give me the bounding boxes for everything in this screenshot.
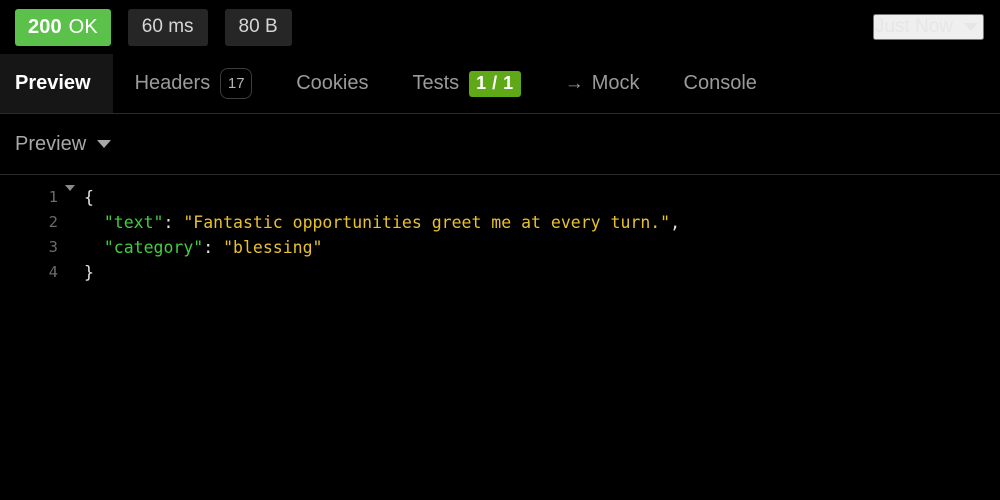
line-number: 3 xyxy=(48,238,58,256)
preview-toolbar: Preview xyxy=(0,114,1000,175)
status-code: 200 xyxy=(28,15,62,38)
line-number: 1 xyxy=(48,188,58,206)
token-str: "Fantastic opportunities greet me at eve… xyxy=(183,213,671,232)
token-punct: } xyxy=(84,263,94,282)
response-panel: 200 OK 60 ms 80 B Just Now Preview Header… xyxy=(0,0,1000,500)
code-line: 2 "text": "Fantastic opportunities greet… xyxy=(0,210,1000,235)
code-line-text: } xyxy=(78,260,94,285)
size-pill: 80 B xyxy=(224,8,292,46)
line-number: 4 xyxy=(48,263,58,281)
tab-count-badge: 17 xyxy=(220,68,253,99)
tab-headers[interactable]: Headers 17 xyxy=(113,54,275,113)
code-line: 1{ xyxy=(0,185,1000,210)
fold-toggle-icon[interactable] xyxy=(62,185,78,191)
token-punct xyxy=(84,238,104,257)
token-str: "blessing" xyxy=(223,238,323,257)
token-key: "category" xyxy=(103,238,204,257)
tab-label: Tests xyxy=(412,72,460,94)
tab-preview[interactable]: Preview xyxy=(0,54,113,113)
tab-pass-badge: 1 / 1 xyxy=(469,70,521,97)
code-line: 4} xyxy=(0,260,1000,285)
code-line: 3 "category": "blessing" xyxy=(0,235,1000,260)
tab-label: Cookies xyxy=(296,72,369,94)
token-punct: : xyxy=(203,238,224,257)
tab-mock[interactable]: → Mock xyxy=(543,54,662,113)
tab-label: Headers xyxy=(134,72,211,94)
response-tab-bar: Preview Headers 17 Cookies Tests 1 / 1 → Mock Co… xyxy=(0,54,1000,114)
tab-console[interactable]: Console xyxy=(662,54,779,113)
json-code-viewer[interactable]: 1{2 "text": "Fantastic opportunities gre… xyxy=(0,175,1000,500)
tab-cookies[interactable]: Cookies xyxy=(274,54,390,113)
tab-label: Mock xyxy=(591,72,640,94)
chevron-down-icon xyxy=(65,185,75,191)
chevron-down-icon xyxy=(97,140,112,148)
arrow-right-icon: → xyxy=(564,72,584,94)
code-line-text: { xyxy=(78,185,94,210)
preview-mode-label: Preview xyxy=(15,132,87,155)
preview-mode-dropdown[interactable]: Preview xyxy=(15,132,112,156)
token-key: "text" xyxy=(103,213,164,232)
status-badge: 200 OK xyxy=(15,8,111,46)
chevron-down-icon xyxy=(964,23,978,31)
response-status-bar: 200 OK 60 ms 80 B Just Now xyxy=(0,0,1000,54)
token-punct: { xyxy=(84,188,94,207)
tab-label: Preview xyxy=(15,72,91,94)
token-punct xyxy=(84,213,104,232)
token-punct: , xyxy=(670,213,681,232)
tab-tests[interactable]: Tests 1 / 1 xyxy=(390,54,542,113)
status-phrase: OK xyxy=(68,15,98,38)
line-number: 2 xyxy=(48,213,58,231)
response-time-label: Just Now xyxy=(874,16,953,37)
code-line-text: "category": "blessing" xyxy=(78,235,323,260)
duration-pill: 60 ms xyxy=(127,8,208,46)
code-line-text: "text": "Fantastic opportunities greet m… xyxy=(78,210,680,235)
response-time-dropdown[interactable]: Just Now xyxy=(872,14,984,40)
tab-label: Console xyxy=(683,72,757,94)
token-punct: : xyxy=(163,213,184,232)
